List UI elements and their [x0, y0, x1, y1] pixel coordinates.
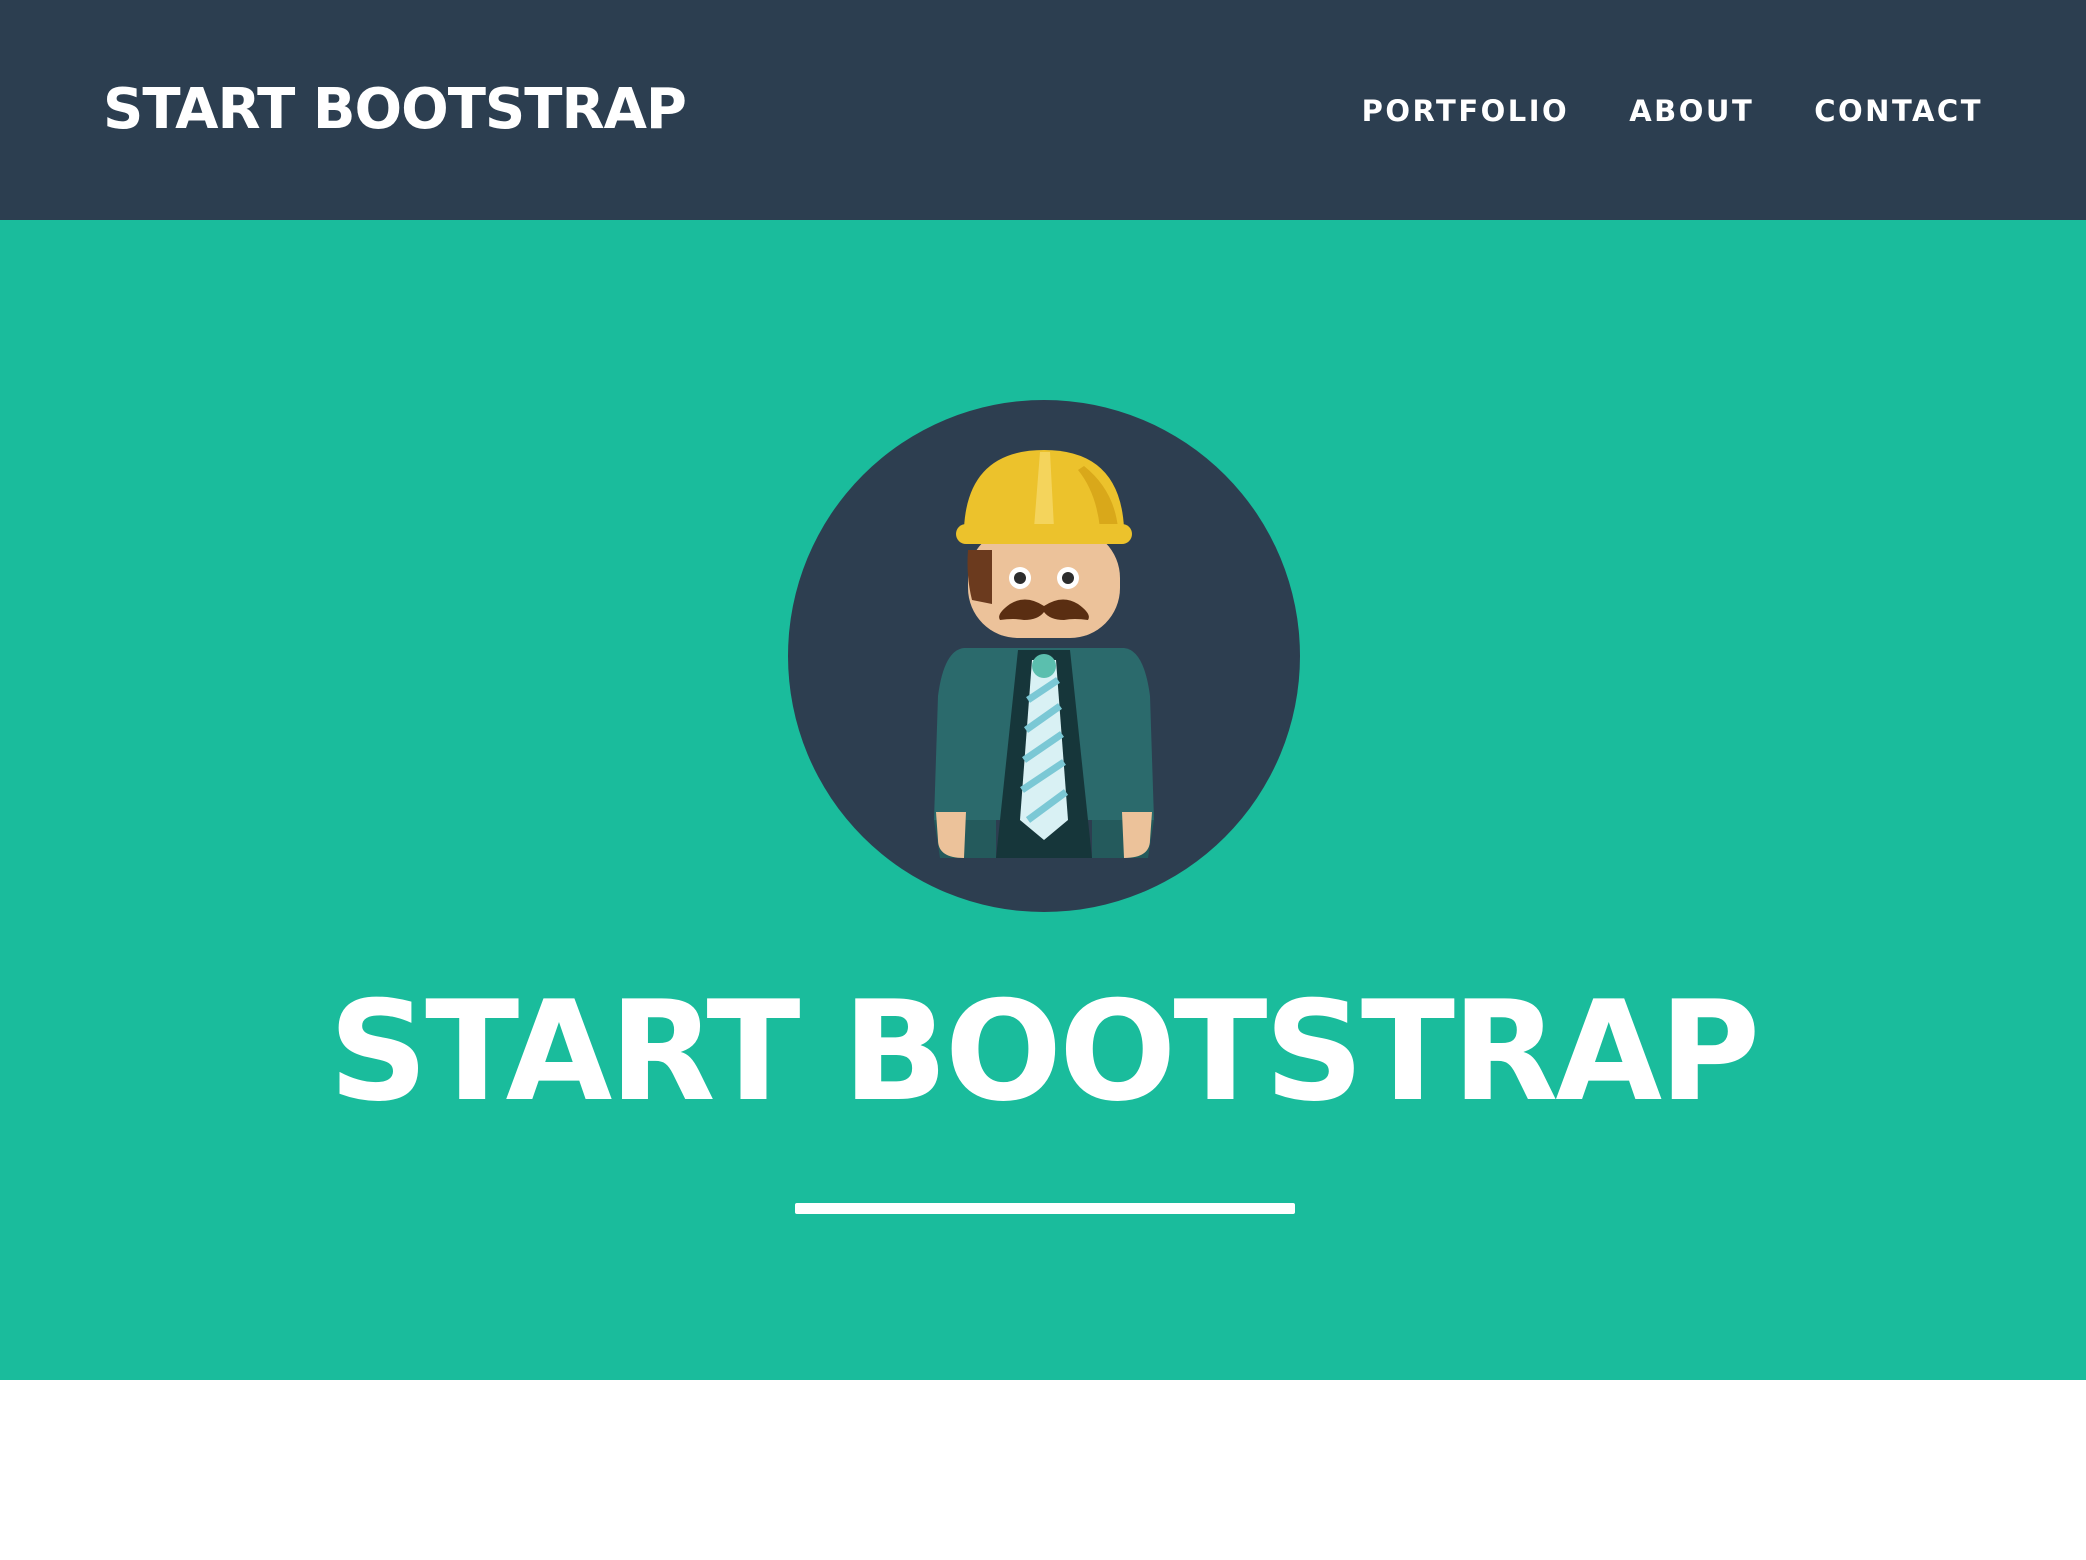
construction-worker-avatar-icon: [788, 400, 1300, 912]
helmet-brim: [956, 524, 1132, 544]
masthead: START BOOTSTRAP Web Developer - Graphic …: [0, 220, 2086, 1554]
nav-links: PORTFOLIO ABOUT CONTACT: [1362, 94, 1983, 128]
nav-link-portfolio[interactable]: PORTFOLIO: [1362, 94, 1570, 128]
nav-link-about[interactable]: ABOUT: [1629, 94, 1754, 128]
brand-logo-link[interactable]: START BOOTSTRAP: [103, 77, 687, 142]
hero-title: START BOOTSTRAP: [328, 971, 1761, 1132]
navbar: START BOOTSTRAP PORTFOLIO ABOUT CONTACT: [0, 0, 2086, 220]
hair: [967, 550, 992, 604]
tie-knot: [1032, 654, 1056, 678]
hero-subtitle: Web Developer - Graphic Artist - User Ex…: [345, 1495, 1741, 1554]
nav-link-contact[interactable]: CONTACT: [1814, 94, 1983, 128]
divider-line: [795, 1203, 1295, 1214]
